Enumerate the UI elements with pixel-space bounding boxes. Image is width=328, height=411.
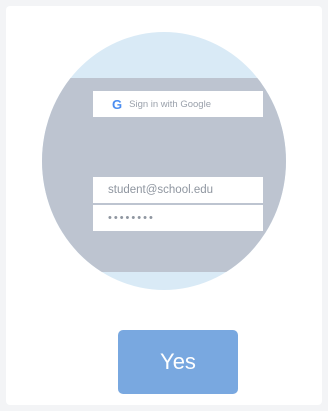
yes-button[interactable]: Yes xyxy=(118,330,238,394)
google-icon: G xyxy=(112,96,123,112)
email-value: student@school.edu xyxy=(108,184,214,196)
card: G Sign in with Google student@school.edu… xyxy=(6,6,322,405)
password-value: •••••••• xyxy=(108,212,155,224)
google-signin-button: G Sign in with Google xyxy=(93,91,263,117)
login-illustration: G Sign in with Google student@school.edu… xyxy=(42,32,286,290)
google-signin-label: Sign in with Google xyxy=(129,98,211,110)
email-field: student@school.edu xyxy=(93,177,263,203)
password-field: •••••••• xyxy=(93,205,263,231)
